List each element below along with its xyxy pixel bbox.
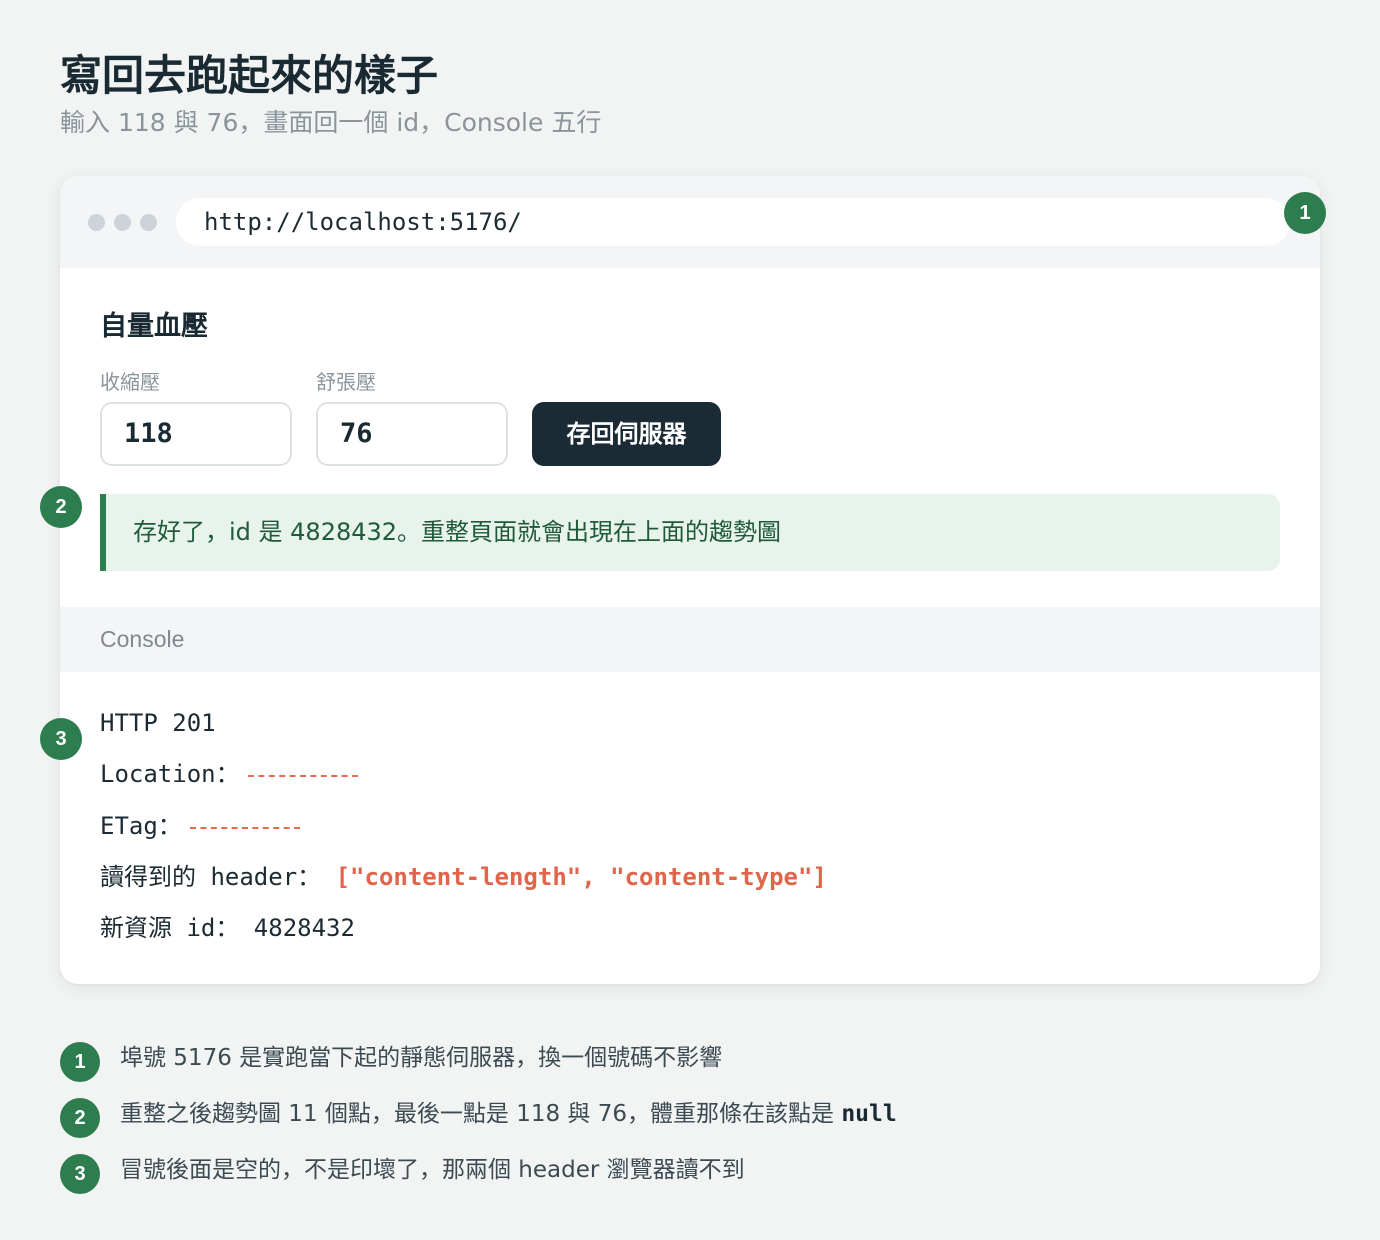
- browser-window: http://localhost:5176/ 自量血壓 收縮壓 118 舒張壓 …: [60, 176, 1320, 984]
- page-subtitle: 輸入 118 與 76，畫面回一個 id，Console 五行: [60, 108, 602, 137]
- console-headers-line: 讀得到的 header： ["content-length", "content…: [100, 861, 827, 893]
- empty-value-placeholder: [189, 825, 300, 829]
- window-dot-icon: [140, 214, 157, 231]
- etag-label: ETag：: [100, 812, 182, 840]
- note-2: 重整之後趨勢圖 11 個點，最後一點是 118 與 76，體重那條在該點是 nu…: [120, 1098, 897, 1130]
- success-message: 存好了，id 是 4828432。重整頁面就會出現在上面的趨勢圖: [100, 494, 1280, 571]
- note-1: 埠號 5176 是實跑當下起的靜態伺服器，換一個號碼不影響: [120, 1045, 723, 1071]
- annotation-badge-3: 3: [40, 718, 82, 760]
- window-dot-icon: [114, 214, 131, 231]
- systolic-input[interactable]: 118: [100, 402, 292, 466]
- console-id-line: 新資源 id： 4828432: [100, 912, 355, 944]
- note-badge-1: 1: [60, 1042, 100, 1082]
- console-header: Console: [60, 607, 1320, 672]
- location-label: Location：: [100, 760, 240, 788]
- window-dot-icon: [88, 214, 105, 231]
- note-badge-2: 2: [60, 1098, 100, 1138]
- page-title: 寫回去跑起來的樣子: [60, 51, 439, 100]
- form-title: 自量血壓: [100, 311, 208, 342]
- headers-array: ["content-length", "content-type"]: [335, 863, 827, 891]
- annotation-badge-2: 2: [40, 486, 82, 528]
- id-label: 新資源 id：: [100, 914, 254, 942]
- id-value: 4828432: [253, 914, 355, 942]
- note-2-text: 重整之後趨勢圖 11 個點，最後一點是 118 與 76，體重那條在該點是: [120, 1101, 842, 1127]
- empty-value-placeholder: [247, 773, 358, 777]
- note-badge-3: 3: [60, 1154, 100, 1194]
- console-status-line: HTTP 201: [100, 709, 216, 737]
- save-to-server-button[interactable]: 存回伺服器: [532, 402, 721, 466]
- headers-label: 讀得到的 header：: [100, 863, 336, 891]
- diastolic-input[interactable]: 76: [316, 402, 508, 466]
- console-etag-line: ETag：: [100, 810, 300, 842]
- browser-titlebar: http://localhost:5176/: [60, 176, 1320, 268]
- diastolic-label: 舒張壓: [316, 370, 376, 394]
- console-location-line: Location：: [100, 758, 358, 790]
- systolic-label: 收縮壓: [100, 370, 160, 394]
- note-2-code: null: [841, 1101, 897, 1127]
- url-bar[interactable]: http://localhost:5176/: [176, 198, 1290, 246]
- annotation-badge-1: 1: [1284, 192, 1326, 234]
- note-3: 冒號後面是空的，不是印壞了，那兩個 header 瀏覽器讀不到: [120, 1157, 745, 1183]
